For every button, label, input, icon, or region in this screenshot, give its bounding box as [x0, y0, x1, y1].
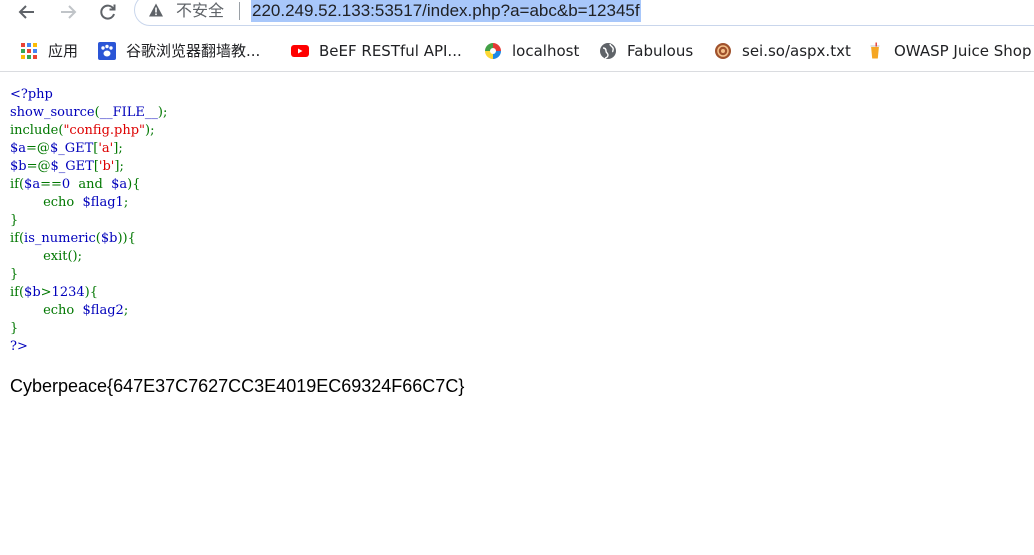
reload-icon	[100, 4, 116, 20]
arrow-right-icon	[61, 5, 77, 19]
url-input[interactable]: 220.249.52.133:53517/index.php?a=abc&b=1…	[251, 0, 641, 22]
code-line: }	[10, 213, 19, 228]
arrow-left-icon	[18, 5, 34, 19]
site-icon	[715, 43, 731, 59]
code-line: exit();	[43, 249, 83, 264]
bookmark-label: Fabulous	[627, 42, 694, 60]
code-line: $b=@$_GET['b'];	[10, 159, 124, 174]
bookmark-apps[interactable]: 应用	[20, 40, 78, 62]
bookmark-label: BeEF RESTful API...	[319, 42, 462, 60]
localhost-icon	[485, 43, 501, 59]
bookmark-label: sei.so/aspx.txt	[742, 42, 851, 60]
security-status-label[interactable]: 不安全	[176, 0, 224, 22]
reload-button[interactable]	[95, 0, 121, 24]
bookmark-label: 谷歌浏览器翻墙教...	[126, 42, 261, 60]
bookmark-fabulous[interactable]: Fabulous	[599, 40, 693, 62]
bookmark-label: localhost	[512, 42, 580, 60]
bookmark-label: OWASP Juice Shop	[894, 42, 1032, 60]
globe-icon	[600, 43, 616, 59]
bookmark-label: 应用	[48, 42, 79, 60]
flag-output: Cyberpeace{647E37C7627CC3E4019EC69324F66…	[10, 376, 465, 396]
forward-button[interactable]	[55, 0, 81, 24]
code-line: if(is_numeric($b)){	[10, 231, 136, 246]
code-line: }	[10, 321, 19, 336]
bookmark-beef-api[interactable]: BeEF RESTful API...	[291, 40, 462, 62]
bookmarks-bar: 应用 谷歌浏览器翻墙教... BeEF RESTful API... local…	[0, 29, 1034, 72]
code-line: ?>	[10, 339, 28, 354]
code-line: if($b>1234){	[10, 285, 98, 300]
paw-icon	[98, 42, 116, 60]
apps-grid-icon	[21, 43, 37, 59]
code-line: echo $flag1;	[43, 195, 129, 210]
back-button[interactable]	[14, 0, 40, 24]
warning-icon[interactable]	[148, 2, 164, 18]
bookmark-juice-shop[interactable]: OWASP Juice Shop	[866, 40, 1031, 62]
code-line: }	[10, 267, 19, 282]
code-line: show_source(__FILE__);	[10, 105, 168, 120]
omnibox-divider	[239, 2, 240, 20]
juice-shop-icon	[870, 42, 880, 59]
bookmark-localhost[interactable]: localhost	[484, 40, 579, 62]
code-line: include("config.php");	[10, 123, 155, 138]
youtube-icon	[291, 45, 309, 57]
code-line: $a=@$_GET['a'];	[10, 141, 123, 156]
bookmark-vpn-guide[interactable]: 谷歌浏览器翻墙教...	[98, 40, 260, 62]
code-line: echo $flag2;	[43, 303, 129, 318]
code-line: <?php	[10, 87, 53, 102]
php-source-listing: <?php show_source(__FILE__); include("conf…	[10, 86, 167, 356]
code-line: if($a==0 and $a){	[10, 177, 141, 192]
bookmark-sei-so[interactable]: sei.so/aspx.txt	[714, 40, 851, 62]
browser-toolbar: 不安全 220.249.52.133:53517/index.php?a=abc…	[0, 0, 1034, 29]
